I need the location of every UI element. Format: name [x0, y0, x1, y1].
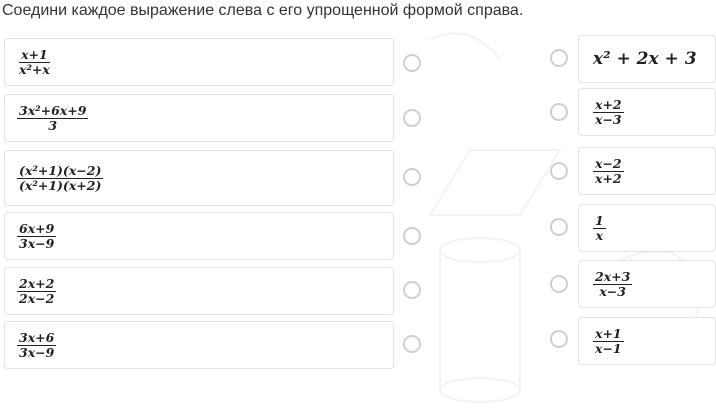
left-radio-1[interactable]: [403, 54, 421, 72]
numerator: x+1: [593, 325, 624, 342]
denominator: 3: [48, 117, 58, 133]
denominator: 3x−9: [19, 344, 55, 360]
fraction: 1 x: [593, 212, 606, 243]
denominator: x²+x: [19, 61, 50, 77]
right-radio-2[interactable]: [550, 103, 568, 121]
right-item-5[interactable]: 2x+3 x−3: [578, 260, 716, 308]
left-radio-6[interactable]: [403, 335, 421, 353]
denominator: x−3: [595, 111, 622, 127]
numerator: 6x+9: [17, 220, 57, 237]
numerator: 3x+6: [17, 329, 57, 346]
right-radio-1[interactable]: [550, 49, 568, 67]
numerator: 2x+3: [593, 268, 633, 285]
denominator: x−1: [595, 340, 622, 356]
left-radio-2[interactable]: [403, 109, 421, 127]
numerator: x+2: [593, 96, 624, 113]
numerator: 1: [593, 212, 606, 229]
right-radio-3[interactable]: [550, 162, 568, 180]
fraction: 3x+6 3x−9: [17, 329, 57, 360]
left-radio-4[interactable]: [403, 227, 421, 245]
right-item-4[interactable]: 1 x: [578, 204, 716, 252]
left-item-2[interactable]: 3x²+6x+9 3: [4, 94, 394, 142]
fraction: 3x²+6x+9 3: [17, 102, 89, 133]
question-text: Соедини каждое выражение слева с его упр…: [2, 2, 524, 19]
right-radio-5[interactable]: [550, 275, 568, 293]
left-item-5[interactable]: 2x+2 2x−2: [4, 267, 394, 315]
denominator: x−3: [599, 283, 626, 299]
numerator: 2x+2: [17, 275, 57, 292]
left-radio-5[interactable]: [403, 281, 421, 299]
right-radio-6[interactable]: [550, 330, 568, 348]
fraction: x−2 x+2: [593, 155, 624, 186]
fraction: 2x+3 x−3: [593, 268, 633, 299]
expression: x² + 2x + 3: [593, 49, 697, 69]
fraction: x+1 x²+x: [17, 46, 52, 77]
right-radio-4[interactable]: [550, 218, 568, 236]
denominator: x: [595, 227, 604, 243]
fraction: 6x+9 3x−9: [17, 220, 57, 251]
right-item-3[interactable]: x−2 x+2: [578, 147, 716, 195]
denominator: x+2: [595, 170, 622, 186]
left-radio-3[interactable]: [403, 168, 421, 186]
numerator: 3x²+6x+9: [17, 102, 89, 119]
left-item-3[interactable]: (x²+1)(x−2) (x²+1)(x+2): [4, 150, 394, 206]
numerator: x−2: [593, 155, 624, 172]
denominator: (x²+1)(x+2): [19, 177, 102, 193]
denominator: 3x−9: [19, 235, 55, 251]
numerator: x+1: [19, 46, 50, 63]
fraction: x+1 x−1: [593, 325, 624, 356]
left-item-6[interactable]: 3x+6 3x−9: [4, 321, 394, 369]
left-item-1[interactable]: x+1 x²+x: [4, 38, 394, 86]
fraction: (x²+1)(x−2) (x²+1)(x+2): [17, 162, 104, 193]
left-item-4[interactable]: 6x+9 3x−9: [4, 212, 394, 260]
fraction: x+2 x−3: [593, 96, 624, 127]
numerator: (x²+1)(x−2): [17, 162, 104, 179]
denominator: 2x−2: [19, 290, 55, 306]
fraction: 2x+2 2x−2: [17, 275, 57, 306]
right-item-2[interactable]: x+2 x−3: [578, 88, 716, 136]
right-item-6[interactable]: x+1 x−1: [578, 317, 716, 365]
right-item-1[interactable]: x² + 2x + 3: [578, 35, 716, 83]
